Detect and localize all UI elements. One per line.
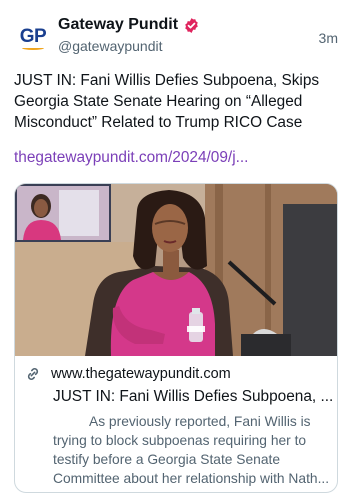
card-domain: www.thegatewaypundit.com	[51, 366, 231, 382]
avatar-logo-text: GP	[19, 26, 47, 47]
card-title[interactable]: JUST IN: Fani Willis Defies Subpoena, ..…	[53, 388, 335, 406]
card-image[interactable]	[15, 184, 337, 356]
card-meta: www.thegatewaypundit.com JUST IN: Fani W…	[25, 364, 333, 488]
avatar-swoosh	[22, 46, 44, 50]
post[interactable]: GP Gateway Pundit @gatewaypundit 3m JUST…	[0, 0, 352, 500]
link-icon	[25, 366, 41, 382]
verified-badge-icon	[183, 17, 200, 34]
post-link[interactable]: thegatewaypundit.com/2024/09/j...	[14, 149, 248, 167]
post-text: JUST IN: Fani Willis Defies Subpoena, Sk…	[14, 72, 320, 131]
display-name[interactable]: Gateway Pundit	[58, 16, 178, 34]
timestamp[interactable]: 3m	[319, 30, 338, 46]
card-domain-row: www.thegatewaypundit.com	[25, 364, 327, 384]
avatar[interactable]: GP	[14, 18, 52, 56]
link-preview-card[interactable]: www.thegatewaypundit.com JUST IN: Fani W…	[14, 183, 338, 493]
post-header: GP Gateway Pundit @gatewaypundit 3m	[14, 14, 338, 58]
card-description: As previously reported, Fani Willis is t…	[53, 414, 330, 486]
name-row: Gateway Pundit	[58, 16, 200, 34]
handle[interactable]: @gatewaypundit	[58, 38, 163, 54]
